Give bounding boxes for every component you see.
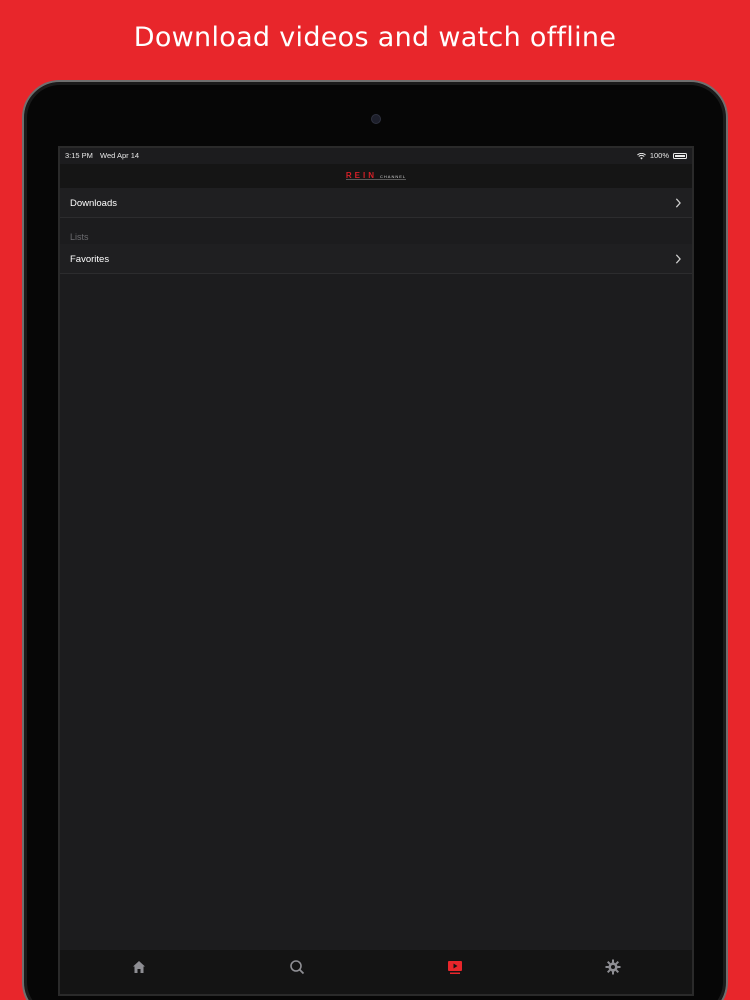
tab-search[interactable]: [277, 957, 317, 977]
app-screen: 3:15 PM Wed Apr 14 100% REIN CHANNEL Dow…: [58, 146, 694, 996]
battery-percent: 100%: [649, 151, 669, 160]
row-divider: [60, 217, 692, 218]
wifi-icon: [636, 152, 646, 159]
chevron-right-icon: [675, 254, 681, 264]
tab-home[interactable]: [119, 957, 159, 977]
section-header-lists: Lists: [70, 232, 89, 242]
tab-settings[interactable]: [593, 957, 633, 977]
logo-tagline: [346, 179, 406, 180]
home-icon: [133, 961, 145, 973]
tab-bar: [60, 950, 692, 994]
battery-icon: [673, 153, 687, 159]
status-bar: 3:15 PM Wed Apr 14 100%: [60, 148, 692, 164]
row-divider: [60, 273, 692, 274]
tablet-frame: 3:15 PM Wed Apr 14 100% REIN CHANNEL Dow…: [22, 80, 728, 1000]
tab-library[interactable]: [435, 957, 475, 977]
favorites-row[interactable]: Favorites: [60, 244, 692, 274]
search-icon: [290, 960, 305, 975]
settings-icon: [605, 959, 621, 975]
video-library-icon: [448, 961, 462, 974]
favorites-label: Favorites: [70, 253, 110, 265]
chevron-right-icon: [675, 198, 681, 208]
camera-dot: [371, 114, 381, 124]
status-date: Wed Apr 14: [100, 151, 140, 160]
promo-headline: Download videos and watch offline: [133, 22, 617, 53]
downloads-label: Downloads: [70, 197, 117, 209]
status-time: 3:15 PM: [65, 151, 93, 160]
downloads-row[interactable]: Downloads: [60, 188, 692, 218]
top-nav-bar: REIN CHANNEL: [60, 164, 692, 188]
